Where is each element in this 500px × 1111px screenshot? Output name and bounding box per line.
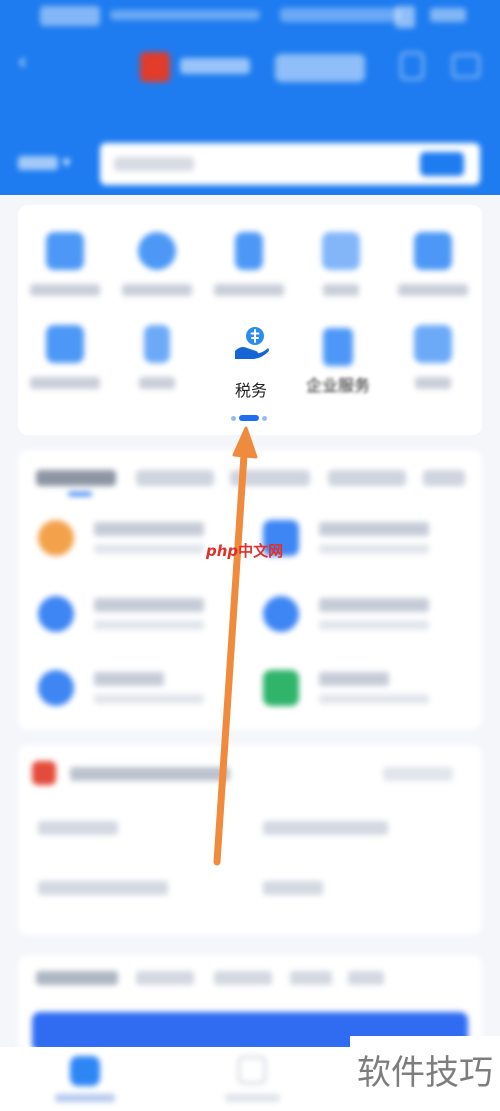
watermark-tips: 软件技巧: [350, 1036, 500, 1111]
watermark-php: php中文网: [206, 542, 284, 560]
